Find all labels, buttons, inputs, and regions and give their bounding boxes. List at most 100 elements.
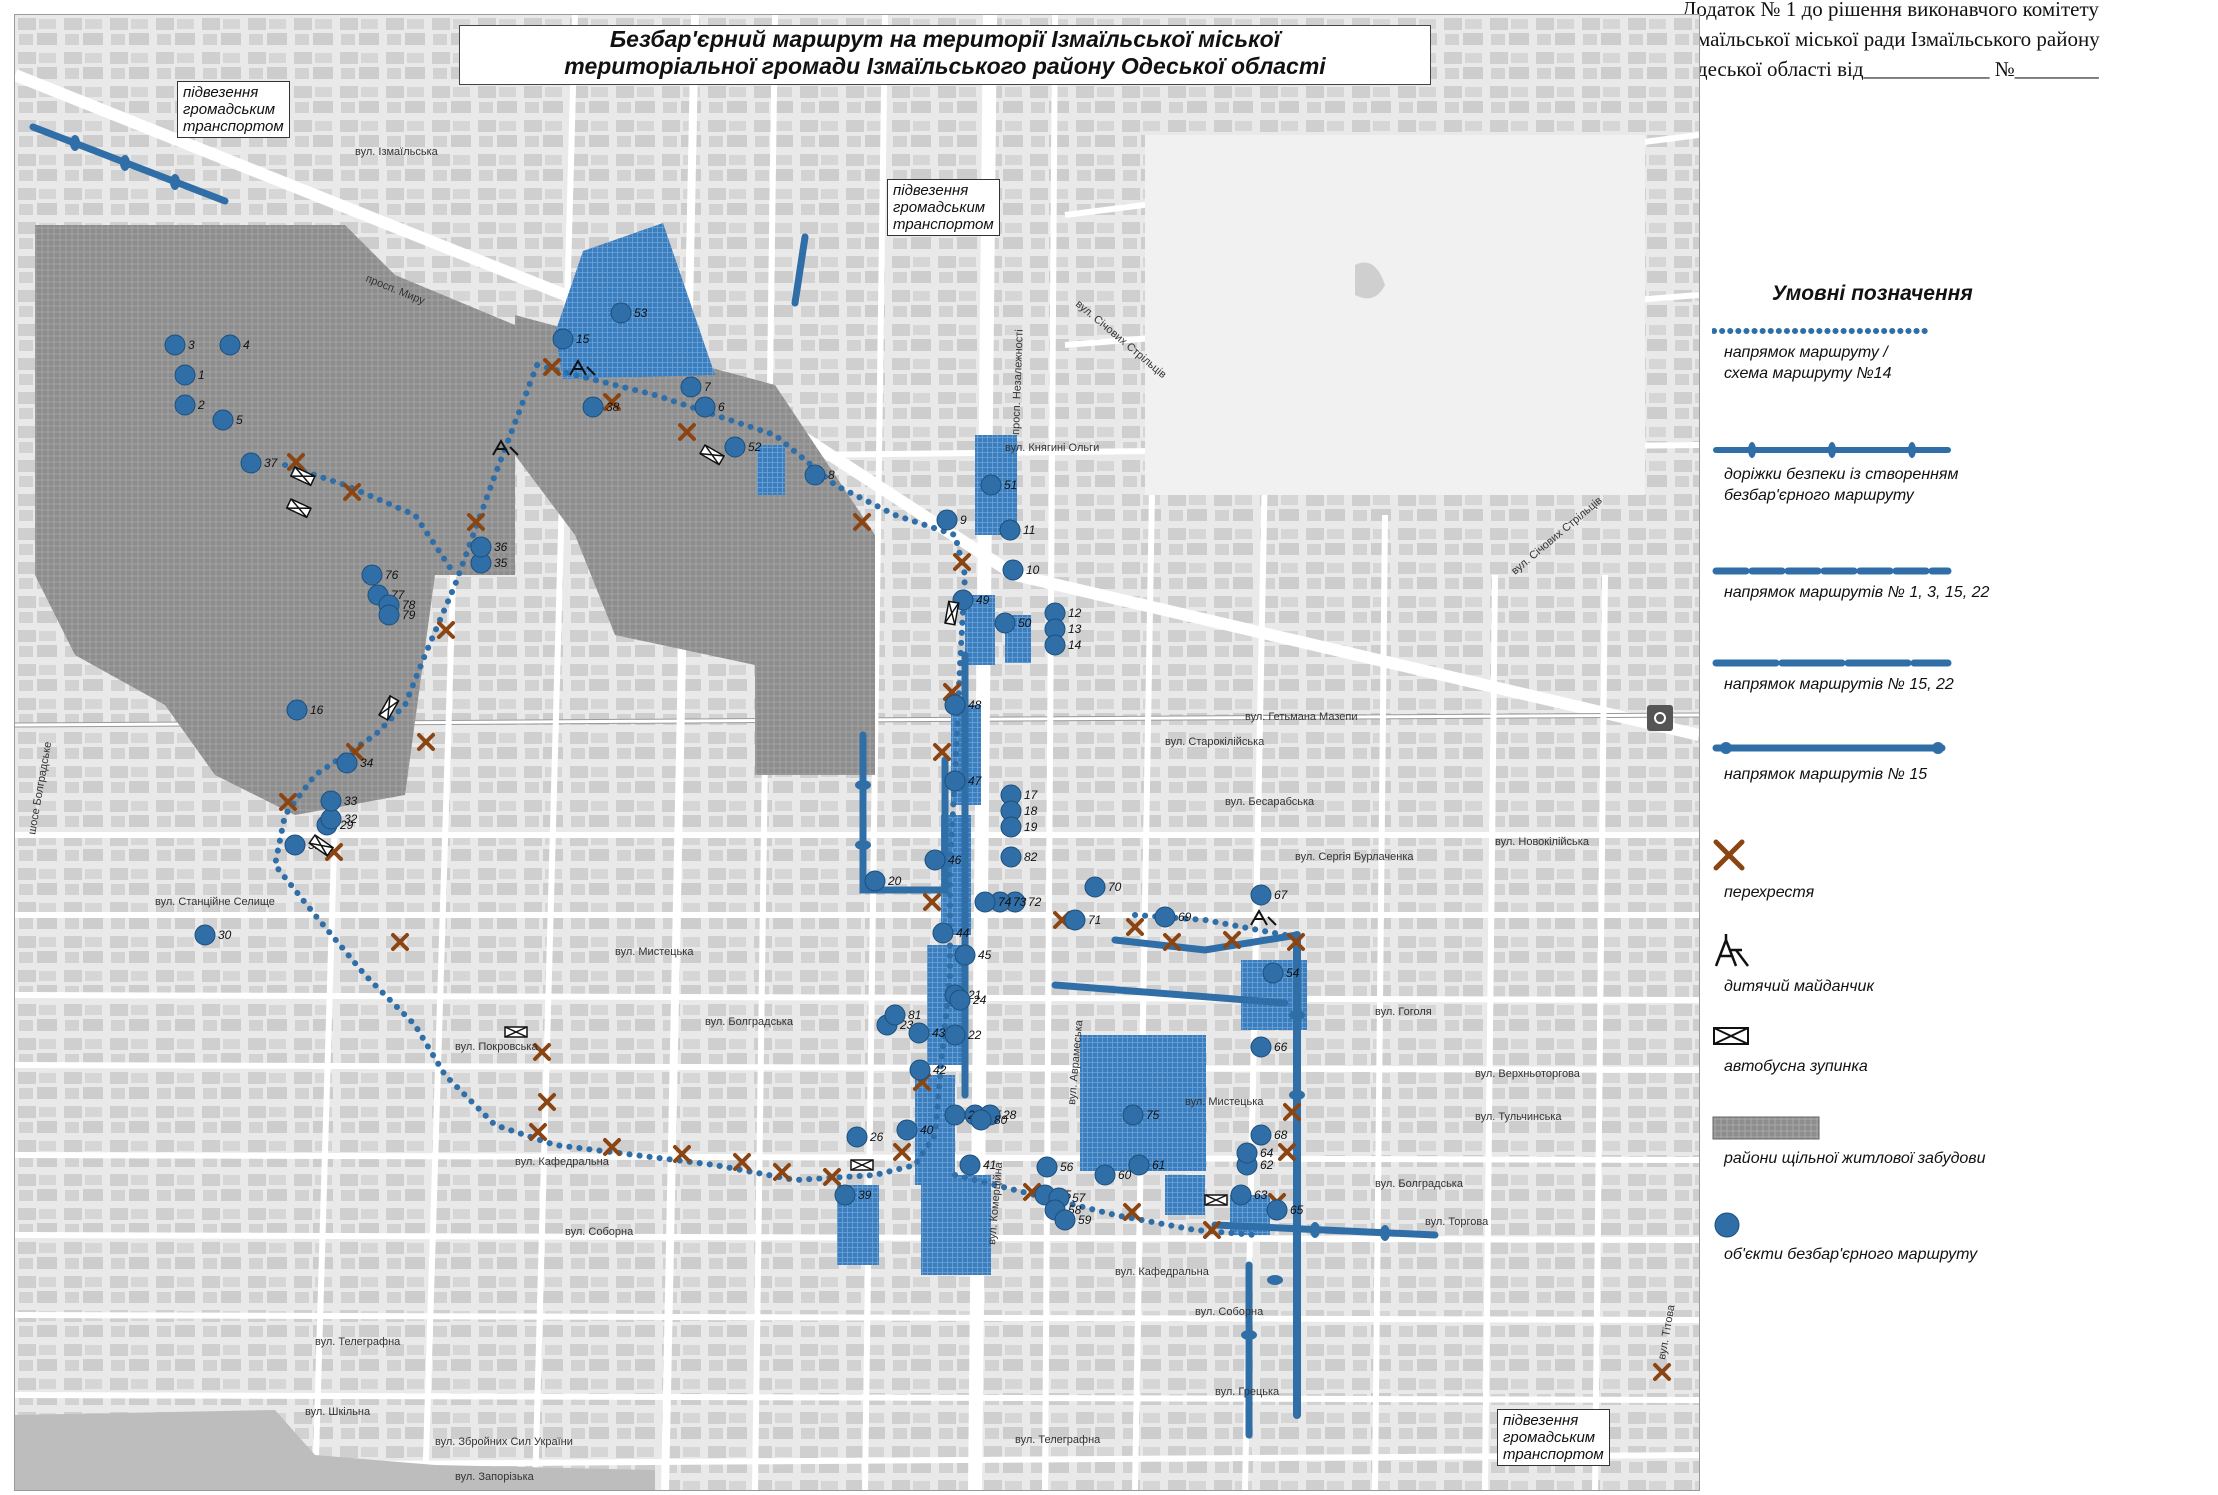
object-marker[interactable] [284,834,306,856]
annex-header: Додаток № 1 до рішення виконавчого коміт… [1682,0,2218,84]
object-marker[interactable] [909,1059,931,1081]
object-marker[interactable] [240,452,262,474]
object-marker[interactable] [1044,634,1066,656]
object-marker[interactable] [1250,1036,1272,1058]
object-marker[interactable] [320,808,342,830]
object-marker[interactable] [1128,1154,1150,1176]
object-marker-label: 49 [976,593,990,607]
object-marker[interactable] [884,1004,906,1026]
object-marker[interactable] [974,891,996,913]
object-marker[interactable] [164,334,186,356]
object-marker[interactable] [1122,1104,1144,1126]
object-marker-label: 67 [1274,888,1289,902]
object-marker-label: 64 [1260,1146,1274,1160]
object-marker[interactable] [970,1109,992,1131]
object-marker[interactable] [864,870,886,892]
object-marker[interactable] [552,328,574,350]
object-marker[interactable] [320,790,342,812]
object-marker[interactable] [694,396,716,418]
svg-text:вул. Торгова: вул. Торгова [1425,1216,1489,1228]
object-marker[interactable] [908,1022,930,1044]
object-marker[interactable] [944,1024,966,1046]
callout-line: підвезення [893,182,969,199]
object-marker[interactable] [1250,884,1272,906]
object-marker[interactable] [1002,559,1024,581]
object-marker[interactable] [1000,816,1022,838]
object-marker[interactable] [361,564,383,586]
object-marker[interactable] [680,376,702,398]
legend-label: дитячий майданчик [1724,978,1875,995]
object-marker[interactable] [1000,846,1022,868]
object-marker-label: 12 [1068,606,1082,620]
object-marker[interactable] [944,1104,966,1126]
object-marker[interactable] [1262,962,1284,984]
object-marker[interactable] [1094,1164,1116,1186]
object-marker[interactable] [1064,909,1086,931]
svg-text:вул. Соборна: вул. Соборна [565,1226,634,1238]
svg-text:вул. Гоголя: вул. Гоголя [1375,1006,1432,1018]
object-marker[interactable] [896,1119,918,1141]
object-marker[interactable] [194,924,216,946]
callout-line: транспортом [1503,1446,1604,1463]
object-marker-label: 2 [197,398,205,412]
map-frame[interactable]: 1 2 3 4 5 6 7 8 9 10 11 12 13 14 15 16 17 18 19 20 21 22 23 24 2… [14,14,1700,1491]
hatched-area-icon [1712,1116,1820,1140]
object-marker[interactable] [219,334,241,356]
object-marker[interactable] [1266,1199,1288,1221]
object-marker-label: 56 [1060,1160,1074,1174]
object-marker[interactable] [936,509,958,531]
object-marker[interactable] [378,604,400,626]
object-marker[interactable] [212,409,234,431]
object-marker[interactable] [959,1154,981,1176]
transport-callout-1: підвезення громадським транспортом [177,81,290,138]
object-marker[interactable] [954,944,976,966]
svg-text:вул. Грецька: вул. Грецька [1215,1386,1280,1398]
object-marker[interactable] [846,1126,868,1148]
locate-button[interactable] [1647,705,1673,731]
object-marker[interactable] [1236,1142,1258,1164]
object-marker-label: 36 [494,540,508,554]
object-marker[interactable] [924,849,946,871]
object-marker[interactable] [994,612,1016,634]
object-marker-label: 33 [344,794,358,808]
svg-text:вул. Болградська: вул. Болградська [1375,1178,1464,1190]
object-marker-label: 45 [978,948,992,962]
object-marker[interactable] [1084,876,1106,898]
object-marker[interactable] [949,989,971,1011]
object-marker[interactable] [610,302,632,324]
object-marker[interactable] [174,364,196,386]
object-marker-label: 17 [1024,788,1039,802]
bus-route-line-icon [1712,567,1952,575]
callout-line: підвезення [183,84,259,101]
object-marker[interactable] [999,519,1021,541]
object-marker[interactable] [1154,906,1176,928]
object-marker[interactable] [336,752,358,774]
object-marker[interactable] [286,699,308,721]
object-marker[interactable] [1054,1209,1076,1231]
object-marker[interactable] [1230,1184,1252,1206]
object-marker[interactable] [834,1184,856,1206]
object-marker-label: 15 [576,332,590,346]
callout-line: громадським [1503,1429,1596,1446]
object-marker[interactable] [470,536,492,558]
object-marker[interactable] [582,396,604,418]
object-marker-label: 20 [887,874,902,888]
object-marker[interactable] [980,474,1002,496]
city-map[interactable]: 123 4567891011121314151617181920212223242… [15,15,1699,1490]
svg-text:вул. Станційне Селище: вул. Станційне Селище [155,896,275,908]
object-marker[interactable] [724,436,746,458]
object-marker[interactable] [804,464,826,486]
legend-label: доріжки безпеки із створенням [1724,466,1959,483]
object-marker[interactable] [932,922,954,944]
object-marker[interactable] [944,770,966,792]
svg-text:вул. Запорізька: вул. Запорізька [455,1471,535,1483]
object-marker-label: 52 [748,440,762,454]
object-marker-label: 63 [1254,1188,1268,1202]
legend-label: перехрестя [1724,884,1815,901]
object-marker-label: 51 [1004,478,1017,492]
object-marker[interactable] [1250,1124,1272,1146]
object-marker[interactable] [174,394,196,416]
object-marker[interactable] [1036,1156,1058,1178]
object-marker[interactable] [944,694,966,716]
object-marker-label: 4 [243,338,250,352]
